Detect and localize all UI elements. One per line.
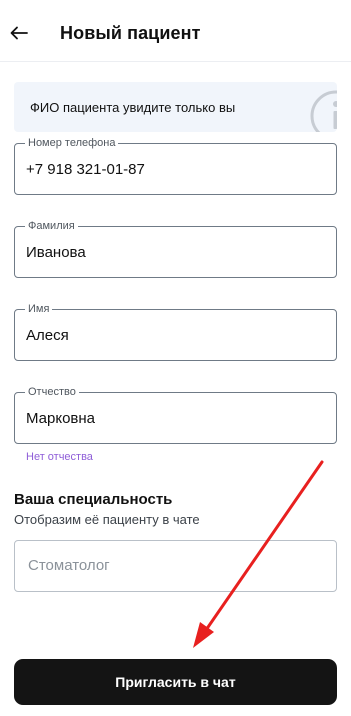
invite-to-chat-button-label: Пригласить в чат — [115, 674, 236, 690]
back-button[interactable] — [8, 22, 30, 44]
first-name-field-value: Алеся — [26, 327, 69, 344]
specialty-title: Ваша специальность — [14, 491, 173, 508]
arrow-left-icon — [10, 26, 28, 40]
patronymic-field-value: Марковна — [26, 410, 96, 427]
specialty-input-placeholder: Стоматолог — [28, 557, 110, 574]
patronymic-field[interactable]: Отчество Марковна — [14, 386, 337, 444]
last-name-field-label: Фамилия — [25, 220, 78, 232]
phone-field[interactable]: Номер телефона +7 918 321-01-87 — [14, 137, 337, 195]
first-name-field[interactable]: Имя Алеся — [14, 303, 337, 361]
invite-to-chat-button[interactable]: Пригласить в чат — [14, 659, 337, 705]
specialty-subtitle: Отобразим её пациенту в чате — [14, 512, 200, 527]
last-name-field-value: Иванова — [26, 244, 86, 261]
page-title: Новый пациент — [60, 23, 201, 43]
first-name-field-label: Имя — [25, 303, 53, 315]
phone-field-value: +7 918 321-01-87 — [26, 161, 145, 178]
info-banner-text: ФИО пациента увидите только вы — [30, 100, 236, 115]
info-icon — [310, 90, 337, 132]
phone-field-label: Номер телефона — [25, 137, 119, 149]
info-banner: ФИО пациента увидите только вы — [14, 82, 337, 132]
patronymic-field-label: Отчество — [25, 386, 79, 398]
header: Новый пациент — [0, 0, 351, 62]
specialty-input[interactable]: Стоматолог — [14, 540, 337, 592]
last-name-field[interactable]: Фамилия Иванова — [14, 220, 337, 278]
no-patronymic-link[interactable]: Нет отчества — [26, 451, 93, 463]
